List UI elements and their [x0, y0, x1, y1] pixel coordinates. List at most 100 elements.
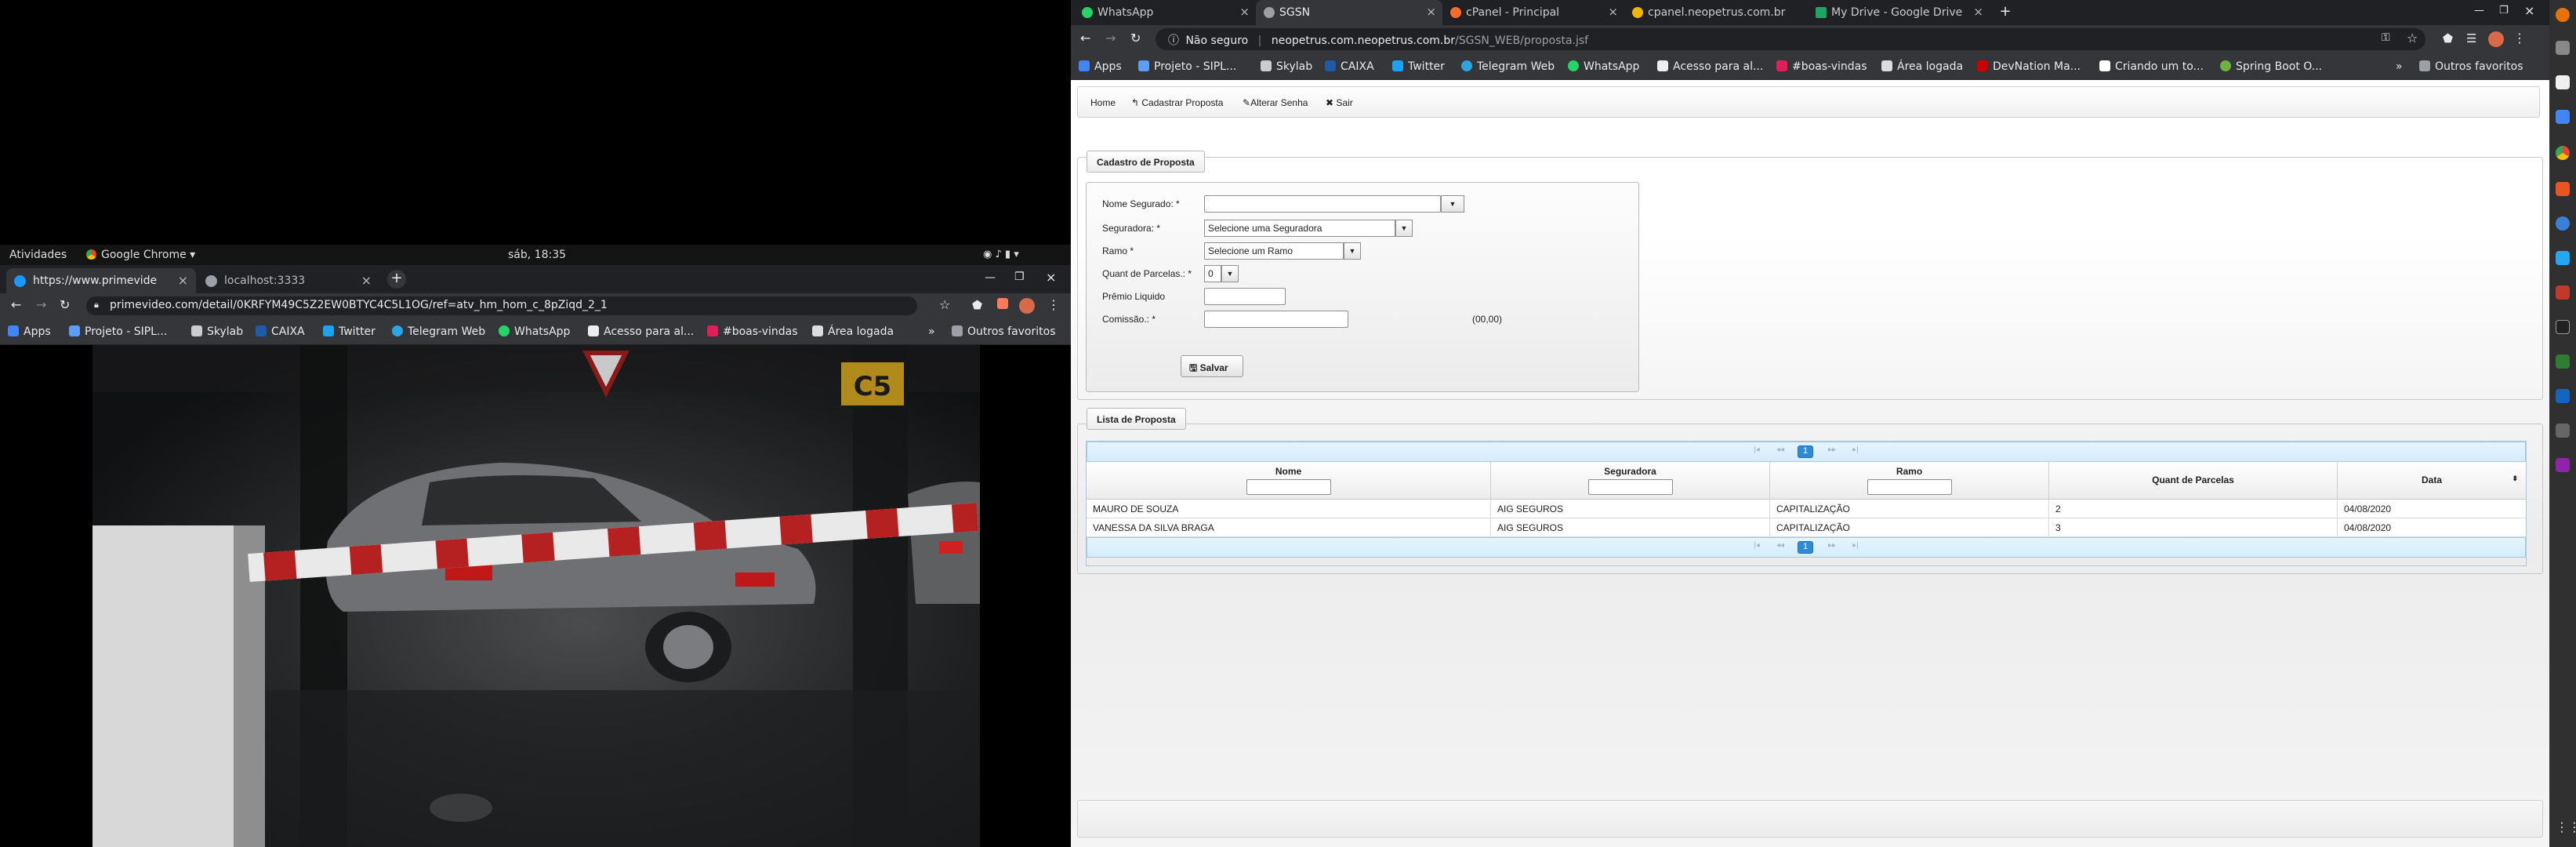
show-apps-icon[interactable]: ⋮⋮	[2556, 820, 2576, 834]
help-icon[interactable]	[2556, 216, 2570, 231]
menu-cadastrar-proposta[interactable]: ↰ Cadastrar Proposta	[1131, 97, 1223, 108]
bookmark-apps[interactable]: Apps	[8, 325, 51, 338]
bookmark-skylab[interactable]: Skylab	[191, 325, 243, 338]
filter-seguradora-input[interactable]	[1587, 479, 1673, 495]
tab-whatsapp[interactable]: WhatsApp ×	[1074, 0, 1256, 25]
app-icon[interactable]	[2556, 354, 2570, 369]
terminal-icon[interactable]	[2556, 320, 2570, 334]
firefox-icon[interactable]	[2556, 8, 2570, 22]
tab-primevideo[interactable]: https://www.primevide ×	[6, 268, 196, 293]
last-page-button[interactable]: ▸|	[1848, 445, 1863, 458]
info-icon[interactable]: ⓘ	[1168, 35, 1179, 47]
bookmark-whatsapp[interactable]: WhatsApp	[1568, 60, 1639, 73]
column-nome[interactable]: Nome	[1087, 462, 1491, 500]
docs-icon[interactable]	[2556, 110, 2570, 124]
column-quant-parcelas[interactable]: Quant de Parcelas	[2049, 462, 2338, 500]
kebab-menu-icon[interactable]: ⋮	[1047, 297, 1060, 312]
next-page-button[interactable]: ▸▸	[1824, 445, 1840, 458]
bookmark-spring-boot[interactable]: Spring Boot O...	[2220, 60, 2322, 73]
close-icon[interactable]: ×	[1973, 5, 1983, 19]
bookmark-acesso[interactable]: Acesso para al...	[588, 325, 694, 338]
ramo-dropdown-button[interactable]: ▼	[1344, 242, 1361, 260]
app-icon[interactable]	[2556, 285, 2570, 300]
bookmark-caixa[interactable]: CAIXA	[256, 325, 305, 338]
parcelas-select[interactable]: 0	[1204, 265, 1221, 282]
bookmark-caixa[interactable]: CAIXA	[1325, 60, 1374, 73]
bookmark-telegram[interactable]: Telegram Web	[1461, 60, 1555, 73]
back-arrow-icon[interactable]: ←	[11, 297, 21, 312]
bookmark-skylab[interactable]: Skylab	[1261, 60, 1312, 73]
bookmark-acesso[interactable]: Acesso para al...	[1657, 60, 1763, 73]
address-bar[interactable]: ⓘ Não seguro | neopetrus.com.neopetrus.c…	[1156, 28, 2425, 50]
extensions-icon[interactable]: ⬟	[2443, 31, 2453, 45]
first-page-button[interactable]: |◂	[1749, 541, 1765, 554]
table-row[interactable]: VANESSA DA SILVA BRAGA AIG SEGUROS CAPIT…	[1087, 518, 2526, 537]
app-icon[interactable]	[2556, 458, 2570, 472]
sort-icon[interactable]: ⬍	[2512, 474, 2518, 483]
clock[interactable]: sáb, 18:35	[508, 249, 566, 261]
minimize-icon[interactable]: —	[2474, 5, 2484, 16]
maximize-icon[interactable]: ❐	[1014, 271, 1025, 283]
column-seguradora[interactable]: Seguradora	[1491, 462, 1770, 500]
new-tab-button[interactable]: +	[387, 270, 406, 289]
tab-cpanel[interactable]: cPanel - Principal ×	[1442, 0, 1624, 25]
column-ramo[interactable]: Ramo	[1770, 462, 2049, 500]
ramo-select[interactable]: Selecione um Ramo	[1204, 242, 1344, 260]
maximize-icon[interactable]: ❐	[2499, 5, 2509, 16]
extensions-icon[interactable]: ⬟	[972, 298, 982, 312]
key-icon[interactable]: ⚿	[2382, 31, 2390, 44]
bookmark-devnation[interactable]: DevNation Ma...	[1977, 60, 2081, 73]
tab-sgsn[interactable]: SGSN ×	[1256, 0, 1442, 25]
seguradora-dropdown-button[interactable]: ▼	[1395, 220, 1413, 237]
page-1-button[interactable]: 1	[1798, 541, 1813, 554]
chrome-icon[interactable]	[2556, 146, 2570, 160]
star-icon[interactable]: ☆	[2407, 31, 2418, 45]
app-icon[interactable]	[2556, 389, 2570, 403]
bookmark-boas-vindas[interactable]: #boas-vindas	[1776, 60, 1867, 73]
bookmark-twitter[interactable]: Twitter	[1392, 60, 1445, 73]
bookmark-area-logada[interactable]: Área logada	[812, 325, 894, 338]
premio-liquido-input[interactable]	[1204, 288, 1286, 305]
filter-nome-input[interactable]	[1246, 479, 1331, 495]
video-player[interactable]: C5	[0, 345, 1071, 847]
bookmark-projeto[interactable]: Projeto - SIPL...	[69, 325, 167, 338]
app-menu[interactable]: Google Chrome ▾	[86, 249, 195, 261]
last-page-button[interactable]: ▸|	[1848, 541, 1863, 554]
reading-list-icon[interactable]: ☰	[2466, 31, 2476, 45]
menu-home[interactable]: Home	[1090, 97, 1116, 108]
first-page-button[interactable]: |◂	[1749, 445, 1765, 458]
menu-sair[interactable]: ✖ Sair	[1326, 97, 1353, 108]
system-tray-icons[interactable]: ◉ ♪ ▮ ▾	[983, 249, 1019, 260]
extension-icon[interactable]	[997, 298, 1008, 309]
bookmark-area-logada[interactable]: Área logada	[1881, 60, 1963, 73]
tab-localhost[interactable]: localhost:3333 ×	[198, 268, 379, 293]
reload-icon[interactable]: ↻	[1130, 31, 1141, 45]
table-row[interactable]: MAURO DE SOUZA AIG SEGUROS CAPITALIZAÇÃO…	[1087, 500, 2526, 518]
column-data[interactable]: Data ⬍	[2338, 462, 2526, 500]
new-tab-button[interactable]: +	[1996, 3, 2015, 22]
bookmark-other-folder[interactable]: Outros favoritos	[2419, 60, 2523, 73]
close-icon[interactable]: ×	[1426, 5, 1436, 19]
bookmark-projeto[interactable]: Projeto - SIPL...	[1138, 60, 1236, 73]
star-icon[interactable]: ☆	[939, 297, 950, 312]
next-page-button[interactable]: ▸▸	[1824, 541, 1840, 554]
kebab-menu-icon[interactable]: ⋮	[2513, 31, 2526, 45]
vscode-icon[interactable]	[2556, 251, 2570, 265]
back-arrow-icon[interactable]: ←	[1080, 31, 1090, 45]
close-icon[interactable]: ×	[1608, 5, 1618, 19]
close-icon[interactable]: ×	[1239, 5, 1250, 19]
bookmark-whatsapp[interactable]: WhatsApp	[499, 325, 570, 338]
bookmark-criando[interactable]: Criando um to...	[2099, 60, 2204, 73]
tab-cpanel-domain[interactable]: cpanel.neopetrus.com.br	[1624, 0, 1808, 25]
parcelas-dropdown-button[interactable]: ▼	[1221, 265, 1239, 282]
bookmarks-overflow[interactable]: »	[928, 325, 935, 338]
prev-page-button[interactable]: ◂◂	[1772, 541, 1788, 554]
forward-arrow-icon[interactable]: →	[1105, 31, 1116, 45]
prev-page-button[interactable]: ◂◂	[1772, 445, 1788, 458]
bookmark-telegram[interactable]: Telegram Web	[392, 325, 485, 338]
seguradora-select[interactable]: Selecione uma Seguradora	[1204, 220, 1395, 237]
avatar[interactable]	[1019, 298, 1035, 314]
activities-button[interactable]: Atividades	[9, 249, 67, 261]
close-icon[interactable]: ×	[361, 273, 372, 288]
avatar[interactable]	[2488, 31, 2504, 47]
